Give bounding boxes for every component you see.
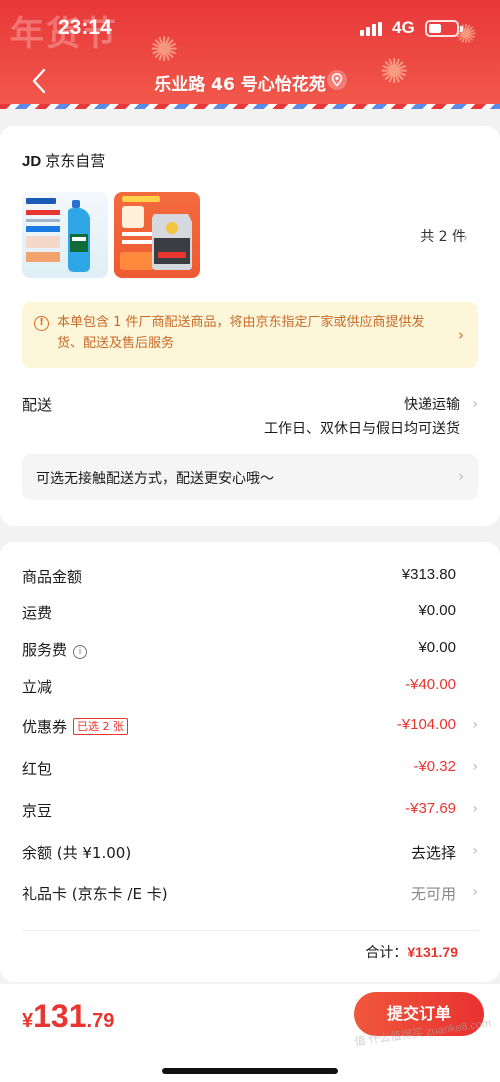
chevron-right-icon: › [472,759,478,775]
chevron-right-icon: › [472,717,478,733]
total-amount: ¥131.79 [407,944,458,960]
divider [22,930,478,931]
row-label: 红包 [22,760,53,778]
airmail-border [0,104,500,109]
row-label: 运费 [22,604,53,622]
header: 年货节 ✺ ✺ ✺ 23:14 4G 乐业路 46 号心怡花苑 [0,0,500,108]
delivery-method[interactable]: 快递运输 [404,394,460,414]
row-label: 余额 (共 ¥1.00) [22,844,132,862]
currency-symbol: ¥ [22,1010,34,1032]
row-value: -¥0.32 [413,758,456,775]
delivery-schedule: 工作日、双休日与假日均可送货 [264,421,460,437]
shop-label: 京东自营 [45,152,106,170]
contactless-text: 可选无接触配送方式，配送更安心哦～ [36,471,274,487]
product-thumbnail-engine-oil[interactable] [114,192,200,278]
row-label: 服务费 [22,641,68,659]
row-value: 去选择 [410,845,456,862]
coupon-count-badge: 已选 2 张 [73,718,129,735]
notice-text: 本单包含 1 件厂商配送商品，将由京东指定厂家或供应商提供发货、配送及售后服务 [57,315,425,351]
price-row-service-fee: 服务费 i ¥0.00 [22,639,478,663]
price-row-shipping: 运费 ¥0.00 [22,602,478,626]
chevron-right-icon[interactable]: › [462,230,468,246]
row-label: 京豆 [22,802,53,820]
shop-name: JD 京东自营 [22,150,105,171]
chevron-right-icon[interactable]: › [472,396,478,412]
row-value: -¥40.00 [405,676,456,693]
row-value: -¥104.00 [396,716,456,733]
row-value: ¥0.00 [418,639,456,656]
checkout-bar: ¥131.79 提交订单 值 什么值得买 zuanke8.com [0,984,500,1082]
amount-decimal: .79 [86,1010,115,1032]
item-count[interactable]: 共 2 件 [420,226,466,246]
address-title[interactable]: 乐业路 46 号心怡花苑 [0,70,500,95]
vendor-shipping-notice[interactable]: ! 本单包含 1 件厂商配送商品，将由京东指定厂家或供应商提供发货、配送及售后服… [22,302,478,368]
status-bar: 23:14 4G [0,0,500,56]
row-label: 商品金额 [22,568,83,586]
price-row-gift-card[interactable]: 礼品卡 (京东卡 /E 卡) 无可用 › [22,883,478,907]
row-label: 立减 [22,678,53,696]
price-summary-card: 商品金额 ¥313.80 运费 ¥0.00 服务费 i ¥0.00 立减 -¥40… [0,542,500,982]
location-pin-icon[interactable] [327,70,347,90]
row-label: 礼品卡 (京东卡 /E 卡) [22,885,168,903]
payable-amount: ¥131.79 [22,998,114,1035]
chevron-right-icon: › [472,884,478,900]
row-value: ¥313.80 [401,566,456,583]
row-value: 无可用 [410,886,456,903]
status-time: 23:14 [58,16,112,39]
price-row-jd-beans[interactable]: 京豆 -¥37.69 › [22,800,478,824]
battery-icon [425,20,463,37]
network-type: 4G [392,18,415,37]
info-icon: ! [34,316,49,331]
price-row-coupon[interactable]: 优惠券 已选 2 张 -¥104.00 › [22,716,478,740]
nav-bar: 乐业路 46 号心怡花苑 [0,60,500,104]
price-row-red-packet[interactable]: 红包 -¥0.32 › [22,758,478,782]
price-row-instant-discount: 立减 -¥40.00 [22,676,478,700]
chevron-right-icon: › [472,801,478,817]
row-label: 优惠券 [22,718,68,736]
chevron-right-icon: › [472,843,478,859]
home-indicator[interactable] [162,1068,338,1074]
amount-integer: 131 [33,998,87,1034]
jd-logo: JD [22,153,42,170]
order-items-card: JD 京东自营 共 2 件 › ! 本单包含 1 件厂商配送商品，将由京东指定厂… [0,126,500,526]
price-row-goods-amount: 商品金额 ¥313.80 [22,566,478,590]
product-thumbnail-washer-fluid[interactable] [22,192,108,278]
order-total: 合计：¥131.79 [365,942,458,962]
delivery-label: 配送 [22,396,53,414]
signal-icon [360,22,382,36]
chevron-right-icon: › [458,469,464,485]
chevron-right-icon: › [458,326,464,344]
total-label: 合计： [365,945,408,961]
row-value: ¥0.00 [418,602,456,619]
price-row-balance[interactable]: 余额 (共 ¥1.00) 去选择 › [22,842,478,866]
row-value: -¥37.69 [405,800,456,817]
info-icon[interactable]: i [73,645,88,659]
contactless-delivery-option[interactable]: 可选无接触配送方式，配送更安心哦～ › [22,454,478,500]
